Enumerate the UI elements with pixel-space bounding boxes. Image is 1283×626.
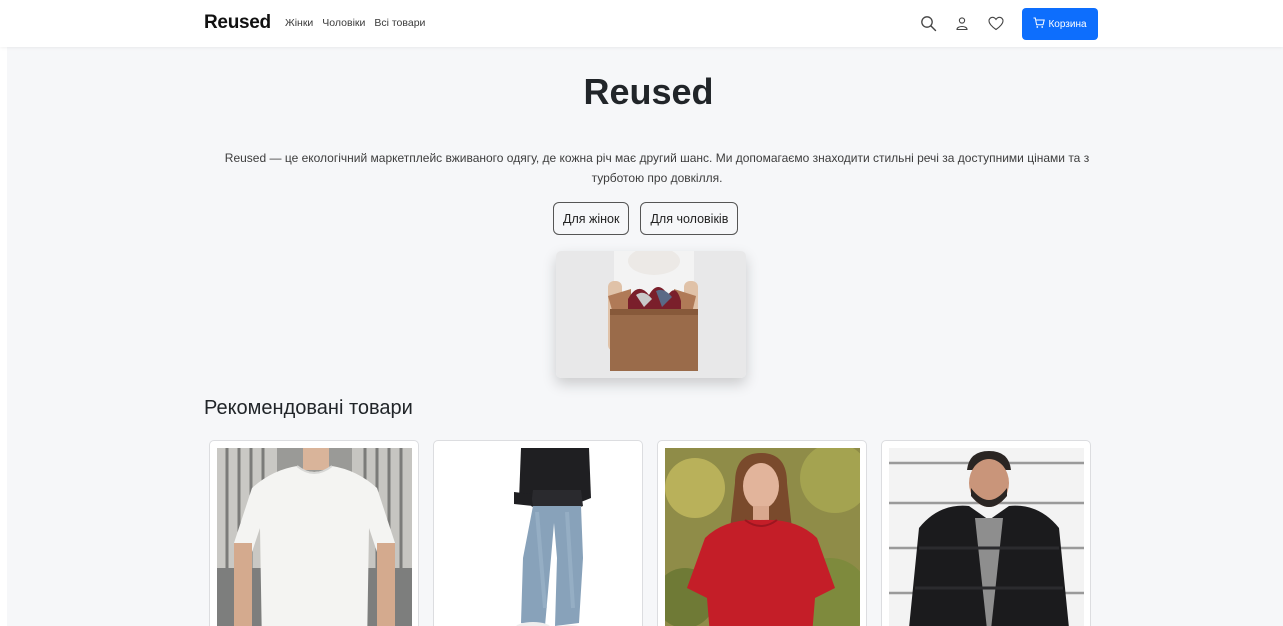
product-image — [889, 448, 1084, 626]
main-content: Reused Reused — це екологічний маркетпле… — [7, 47, 1283, 626]
user-icon[interactable] — [952, 12, 972, 34]
product-card[interactable] — [881, 440, 1091, 626]
hero-description: Reused — це екологічний маркетплейс вжив… — [224, 151, 1090, 185]
product-card[interactable] — [209, 440, 419, 626]
nav-link-women[interactable]: Жінки — [285, 17, 313, 29]
hero-title: Reused — [583, 71, 714, 112]
hero-buttons: Для жінок Для чоловіків — [553, 202, 739, 235]
cart-label: Корзина — [1048, 18, 1087, 30]
search-icon[interactable] — [918, 12, 938, 34]
product-image — [441, 448, 636, 626]
product-card[interactable] — [433, 440, 643, 626]
product-card[interactable] — [657, 440, 867, 626]
product-image — [217, 448, 412, 626]
hero-image — [556, 251, 746, 378]
brand-logo[interactable]: Reused — [204, 12, 271, 34]
for-men-button[interactable]: Для чоловіків — [640, 202, 739, 235]
navbar: Reused Жінки Чоловіки Всі товари Корзина — [0, 0, 1283, 47]
nav-link-men[interactable]: Чоловіки — [322, 17, 365, 29]
recommended-title: Рекомендовані товари — [204, 397, 413, 419]
heart-icon[interactable] — [986, 12, 1006, 34]
product-image — [665, 448, 860, 626]
for-women-button[interactable]: Для жінок — [553, 202, 630, 235]
nav-icons — [918, 12, 1006, 34]
nav-link-all-products[interactable]: Всі товари — [374, 17, 425, 29]
cart-icon — [1033, 17, 1046, 32]
nav-links: Жінки Чоловіки Всі товари — [285, 17, 425, 29]
cart-button[interactable]: Корзина — [1022, 8, 1098, 40]
